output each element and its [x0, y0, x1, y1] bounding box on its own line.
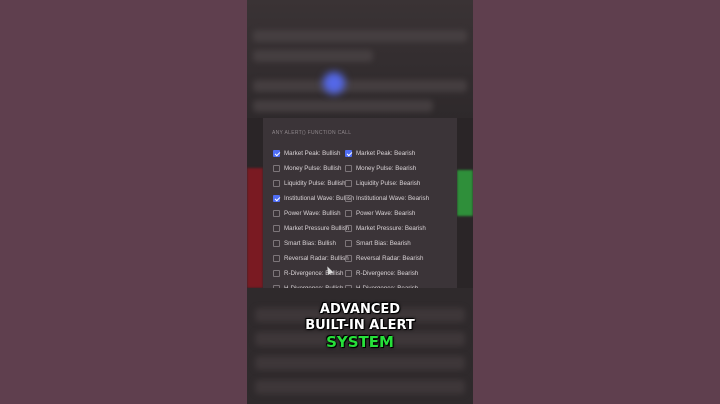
checkbox[interactable] [273, 239, 280, 247]
blurred-toggle [323, 72, 345, 94]
checkbox[interactable] [345, 149, 352, 157]
checkbox[interactable] [345, 239, 352, 247]
blurred-row [255, 356, 465, 370]
alert-option-left[interactable]: Market Peak: Bullish [273, 149, 345, 157]
alert-option-right[interactable]: Market Pressure: Bearish [345, 224, 426, 232]
checkbox-label: Market Peak: Bearish [356, 149, 416, 157]
checkbox-label: Reversal Radar: Bullish [284, 254, 349, 262]
checkbox-label: Reversal Radar: Bearish [356, 254, 424, 262]
alert-option-right[interactable]: Reversal Radar: Bearish [345, 254, 424, 262]
alert-option-right[interactable]: Institutional Wave: Bearish [345, 194, 430, 202]
checkbox-label: Money Pulse: Bullish [284, 164, 342, 172]
alert-row: Smart Bias: Bullish Smart Bias: Bearish [273, 238, 457, 248]
checkbox[interactable] [345, 269, 352, 277]
checkbox-label: Power Wave: Bearish [356, 209, 416, 217]
alert-conditions-panel: ANY ALERT() FUNCTION CALL Market Peak: B… [263, 118, 457, 288]
alert-row: Reversal Radar: Bullish Reversal Radar: B… [273, 253, 457, 263]
alert-option-right[interactable]: Market Peak: Bearish [345, 149, 416, 157]
alert-option-right[interactable]: Power Wave: Bearish [345, 209, 416, 217]
checkbox-label: Liquidity Pulse: Bearish [356, 179, 421, 187]
alert-option-left[interactable]: Smart Bias: Bullish [273, 239, 345, 247]
alert-option-left[interactable]: Reversal Radar: Bullish [273, 254, 349, 262]
checkbox[interactable] [345, 164, 352, 172]
checkbox[interactable] [345, 254, 352, 262]
checkbox-label: Market Peak: Bullish [284, 149, 341, 157]
checkbox-label: Money Pulse: Bearish [356, 164, 417, 172]
checkbox[interactable] [345, 224, 352, 232]
alert-option-right[interactable]: R-Divergence: Bearish [345, 269, 419, 277]
alert-option-left[interactable]: Money Pulse: Bullish [273, 164, 345, 172]
checkbox[interactable] [345, 179, 352, 187]
alert-option-left[interactable]: Liquidity Pulse: Bullish [273, 179, 346, 187]
alert-option-right[interactable]: Smart Bias: Bearish [345, 239, 411, 247]
chart-candle-green [457, 170, 473, 216]
blurred-bar [253, 100, 433, 112]
checkbox[interactable] [273, 209, 280, 217]
checkbox[interactable] [273, 164, 280, 172]
alert-option-left[interactable]: Power Wave: Bullish [273, 209, 345, 217]
chart-candle-red [247, 168, 263, 288]
checkbox-label: Institutional Wave: Bearish [356, 194, 430, 202]
checkbox[interactable] [273, 179, 280, 187]
checkbox-label: Smart Bias: Bearish [356, 239, 411, 247]
blurred-row [255, 380, 465, 394]
alert-row: Money Pulse: Bullish Money Pulse: Bearish [273, 163, 457, 173]
alert-option-left[interactable]: Institutional Wave: Bullish [273, 194, 354, 202]
checkbox-label: Liquidity Pulse: Bullish [284, 179, 346, 187]
checkbox-label: R-Divergence: Bearish [356, 269, 419, 277]
alert-row: Institutional Wave: Bullish Institutional… [273, 193, 457, 203]
blurred-bar [253, 30, 467, 42]
blurred-bar [253, 80, 467, 92]
alert-option-left[interactable]: Market Pressure Bullish [273, 224, 349, 232]
alert-option-left[interactable]: R-Divergence: Bullish [273, 269, 345, 277]
checkbox-label: Power Wave: Bullish [284, 209, 341, 217]
checkbox[interactable] [345, 194, 352, 202]
alert-option-right[interactable]: Money Pulse: Bearish [345, 164, 417, 172]
caption-line-1: ADVANCED [319, 302, 401, 317]
alert-row: Market Pressure Bullish Market Pressure: … [273, 223, 457, 233]
checkbox[interactable] [273, 254, 280, 262]
alert-row: Market Peak: Bullish Market Peak: Bearish [273, 148, 457, 158]
checkbox[interactable] [345, 209, 352, 217]
blurred-bar [253, 50, 373, 62]
blurred-toolbar [247, 0, 473, 118]
alert-row: Power Wave: Bullish Power Wave: Bearish [273, 208, 457, 218]
checkbox[interactable] [273, 224, 280, 232]
alert-row: R-Divergence: Bullish R-Divergence: Beari… [273, 268, 457, 278]
alert-row: Liquidity Pulse: Bullish Liquidity Pulse:… [273, 178, 457, 188]
caption-line-3: SYSTEM [326, 333, 394, 351]
alert-option-right[interactable]: Liquidity Pulse: Bearish [345, 179, 421, 187]
video-caption: ADVANCED BUILT-IN ALERT SYSTEM [0, 302, 720, 350]
caption-line-2: BUILT-IN ALERT [305, 318, 415, 333]
checkbox[interactable] [273, 194, 280, 202]
checkbox[interactable] [273, 269, 280, 277]
checkbox-label: Institutional Wave: Bullish [284, 194, 355, 202]
checkbox[interactable] [273, 149, 280, 157]
checkbox-label: Smart Bias: Bullish [284, 239, 336, 247]
panel-header: ANY ALERT() FUNCTION CALL [272, 130, 352, 136]
checkbox-label: R-Divergence: Bullish [284, 269, 344, 277]
checkbox-label: Market Pressure Bullish [284, 224, 350, 232]
checkbox-label: Market Pressure: Bearish [356, 224, 426, 232]
